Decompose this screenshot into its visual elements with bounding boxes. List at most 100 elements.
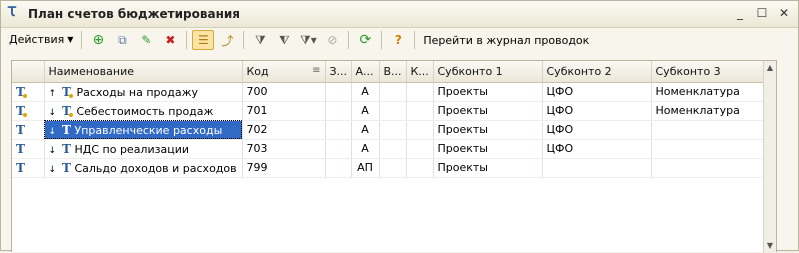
chevron-down-icon: ▼ <box>67 35 74 44</box>
subconto3-cell <box>651 139 768 159</box>
v-cell <box>379 120 407 140</box>
column-header-subconto1[interactable]: Субконто 1 <box>433 61 543 83</box>
account-name: НДС по реализации <box>74 142 189 156</box>
toolbar: Действия ▼ ⊕ ⧉ ✎ ✖ ☰ ⤴ ⧩ ⧨ ⧩▾ ⊘ ⟳ ? Пере… <box>3 29 796 51</box>
a-cell: АП <box>351 158 380 178</box>
k-cell <box>406 120 434 140</box>
a-cell: А <box>351 139 380 159</box>
accounts-table: Наименование Код ≡ З... А... В... К... Су… <box>12 61 768 178</box>
k-cell <box>406 158 434 178</box>
table-row[interactable]: T ↓ T НДС по реализации 703 А Проекты ЦФО <box>12 139 768 159</box>
copy-icon[interactable]: ⧉ <box>111 30 133 50</box>
account-icon: T <box>62 122 71 137</box>
subconto1-cell: Проекты <box>433 101 543 121</box>
account-type-icon: T <box>12 82 45 102</box>
z-cell <box>325 101 352 121</box>
expand-icon[interactable]: ↓ <box>49 127 57 137</box>
name-cell: ↓ T Сальдо доходов и расходов <box>44 158 243 178</box>
column-header-icon[interactable] <box>12 61 45 83</box>
subconto3-cell <box>651 120 768 140</box>
scroll-up-icon[interactable]: ▲ <box>764 61 776 75</box>
level-up-icon[interactable]: ⤴ <box>216 30 238 50</box>
separator <box>243 31 245 49</box>
journal-link-button[interactable]: Перейти в журнал проводок <box>423 34 589 47</box>
name-cell: ↓ T Управленческие расходы <box>44 120 243 140</box>
k-cell <box>406 101 434 121</box>
subconto1-cell: Проекты <box>433 158 543 178</box>
v-cell <box>379 101 407 121</box>
subconto2-cell <box>542 158 652 178</box>
table-row-selected[interactable]: T ↓ T Управленческие расходы 702 А Проект… <box>12 120 768 140</box>
minimize-icon[interactable]: _ <box>732 5 748 21</box>
account-icon: T <box>62 141 71 156</box>
vertical-scrollbar[interactable]: ▲ ▼ <box>763 61 776 253</box>
filter-by-value-icon[interactable]: ⧨ <box>273 30 295 50</box>
code-cell: 702 <box>242 120 326 140</box>
expand-icon[interactable]: ↓ <box>49 146 57 156</box>
sort-indicator-icon: ≡ <box>312 64 321 76</box>
subconto2-cell: ЦФО <box>542 120 652 140</box>
separator <box>381 31 383 49</box>
separator <box>348 31 350 49</box>
actions-label: Действия <box>9 33 65 46</box>
column-header-v[interactable]: В... <box>379 61 407 83</box>
table-row[interactable]: T ↑ T Расходы на продажу 700 А Проекты ЦФ… <box>12 82 768 102</box>
delete-icon[interactable]: ✖ <box>159 30 181 50</box>
table-row[interactable]: T ↓ T Себестоимость продаж 701 А Проекты … <box>12 101 768 121</box>
edit-icon[interactable]: ✎ <box>135 30 157 50</box>
actions-menu-button[interactable]: Действия ▼ <box>3 30 77 50</box>
filter-history-icon[interactable]: ⧩▾ <box>297 30 319 50</box>
z-cell <box>325 158 352 178</box>
title-bar: Ꚍ План счетов бюджетирования _ ☐ ✕ <box>1 1 798 28</box>
code-cell: 703 <box>242 139 326 159</box>
z-cell <box>325 82 352 102</box>
expand-icon[interactable]: ↓ <box>49 165 57 175</box>
column-header-code[interactable]: Код ≡ <box>242 61 326 83</box>
expand-icon[interactable]: ↓ <box>49 108 57 118</box>
subconto3-cell: Номенклатура <box>651 101 768 121</box>
column-header-k[interactable]: К... <box>406 61 434 83</box>
a-cell: А <box>351 101 380 121</box>
maximize-icon[interactable]: ☐ <box>754 5 770 21</box>
subconto2-cell: ЦФО <box>542 139 652 159</box>
v-cell <box>379 82 407 102</box>
separator <box>414 31 416 49</box>
v-cell <box>379 139 407 159</box>
column-header-code-label: Код <box>246 64 269 78</box>
subconto3-cell: Номенклатура <box>651 82 768 102</box>
account-name: Управленческие расходы <box>74 123 223 137</box>
name-cell: ↓ T НДС по реализации <box>44 139 243 159</box>
z-cell <box>325 120 352 140</box>
chart-of-accounts-icon: Ꚍ <box>8 5 16 20</box>
column-header-a[interactable]: А... <box>351 61 380 83</box>
account-type-icon: T <box>12 158 45 178</box>
refresh-icon[interactable]: ⟳ <box>354 30 376 50</box>
expand-icon[interactable]: ↑ <box>49 89 57 99</box>
accounts-grid[interactable]: Наименование Код ≡ З... А... В... К... Су… <box>11 60 777 253</box>
column-header-z[interactable]: З... <box>325 61 352 83</box>
z-cell <box>325 139 352 159</box>
subconto2-cell: ЦФО <box>542 101 652 121</box>
code-cell: 700 <box>242 82 326 102</box>
column-header-subconto2[interactable]: Субконто 2 <box>542 61 652 83</box>
hierarchy-icon[interactable]: ☰ <box>192 30 215 50</box>
a-cell: А <box>351 82 380 102</box>
name-cell: ↑ T Расходы на продажу <box>44 82 243 102</box>
column-header-subconto3[interactable]: Субконто 3 <box>651 61 768 83</box>
close-icon[interactable]: ✕ <box>776 5 792 21</box>
k-cell <box>406 82 434 102</box>
window-title: План счетов бюджетирования <box>28 7 240 21</box>
column-header-name[interactable]: Наименование <box>44 61 243 83</box>
clear-filter-icon[interactable]: ⊘ <box>321 30 343 50</box>
subconto3-cell <box>651 158 768 178</box>
filter-icon[interactable]: ⧩ <box>249 30 271 50</box>
help-icon[interactable]: ? <box>387 30 409 50</box>
code-cell: 701 <box>242 101 326 121</box>
account-type-icon: T <box>12 101 45 121</box>
subconto2-cell: ЦФО <box>542 82 652 102</box>
account-name: Расходы на продажу <box>76 85 199 99</box>
table-header-row: Наименование Код ≡ З... А... В... К... Су… <box>12 61 768 83</box>
table-row[interactable]: T ↓ T Сальдо доходов и расходов 799 АП Пр… <box>12 158 768 178</box>
account-icon: T <box>62 160 71 175</box>
add-icon[interactable]: ⊕ <box>87 30 109 50</box>
